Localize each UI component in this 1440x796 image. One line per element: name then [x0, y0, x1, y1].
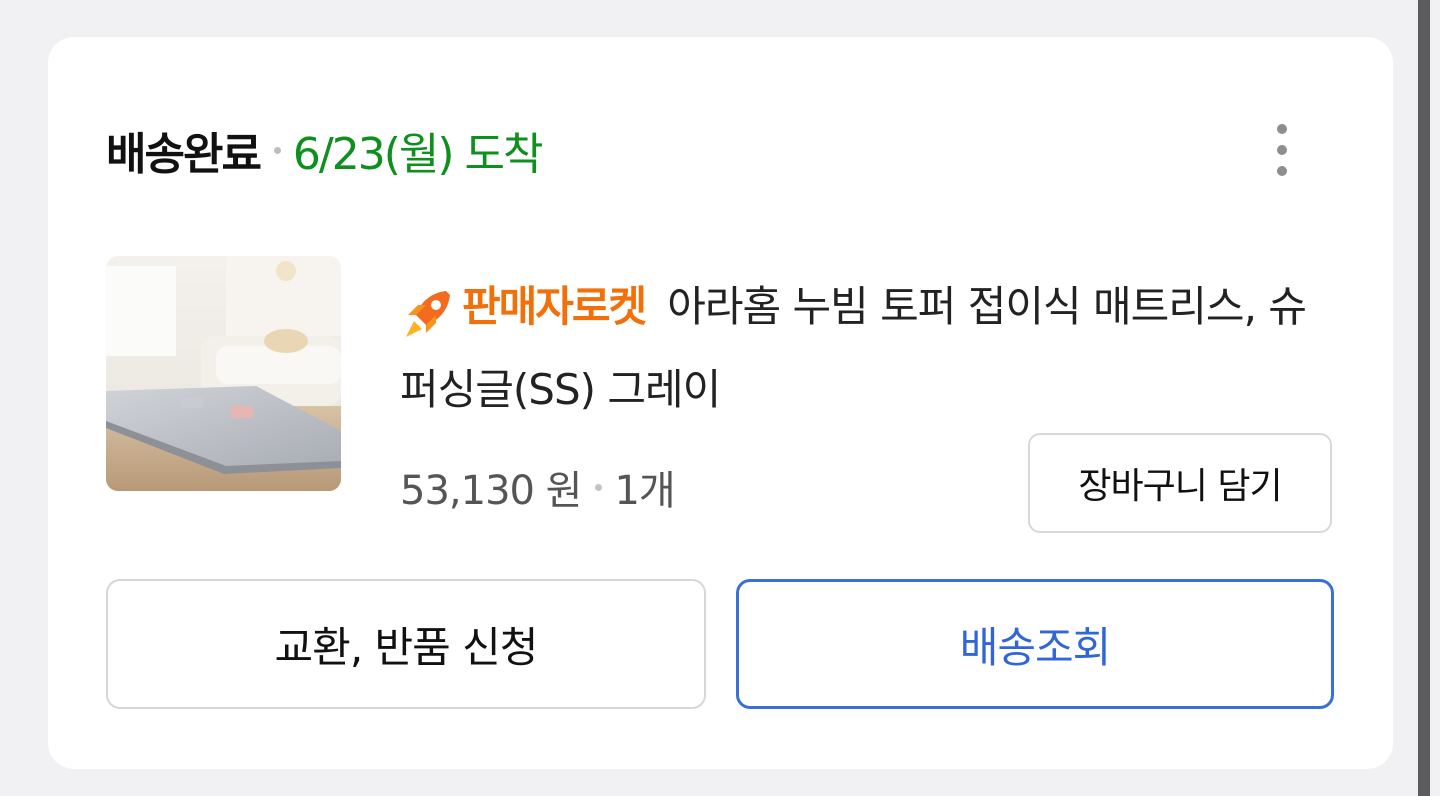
more-dot [1277, 166, 1287, 176]
seller-rocket-badge: 판매자로켓 [400, 265, 647, 348]
rocket-label: 판매자로켓 [462, 282, 647, 331]
scrollbar[interactable] [1418, 0, 1430, 796]
more-dot [1277, 145, 1287, 155]
price-row: 53,130 원 1개 [400, 457, 676, 517]
add-to-cart-button[interactable]: 장바구니 담기 [1028, 433, 1332, 533]
product-quantity: 1개 [614, 468, 675, 514]
track-delivery-button[interactable]: 배송조회 [736, 579, 1334, 709]
separator-dot [595, 483, 603, 491]
exchange-return-button[interactable]: 교환, 반품 신청 [106, 579, 706, 709]
order-header: 배송완료 6/23(월) 도착 [106, 115, 544, 185]
product-title[interactable]: 판매자로켓 아라홈 누빔 토퍼 접이식 매트리스, 슈퍼싱글(SS) 그레이 [400, 265, 1330, 431]
order-card: 배송완료 6/23(월) 도착 판매자로켓 아라홈 누빔 토퍼 접이식 매트리스… [48, 37, 1393, 769]
separator-dot [273, 146, 281, 154]
rocket-icon [406, 290, 450, 337]
mattress-image [106, 256, 341, 491]
arrival-date: 6/23(월) 도착 [292, 129, 544, 180]
product-price: 53,130 원 [400, 468, 582, 514]
delivery-status: 배송완료 [106, 129, 262, 180]
more-dot [1277, 124, 1287, 134]
more-vertical-icon[interactable] [1260, 115, 1304, 185]
product-thumbnail[interactable] [106, 256, 341, 491]
